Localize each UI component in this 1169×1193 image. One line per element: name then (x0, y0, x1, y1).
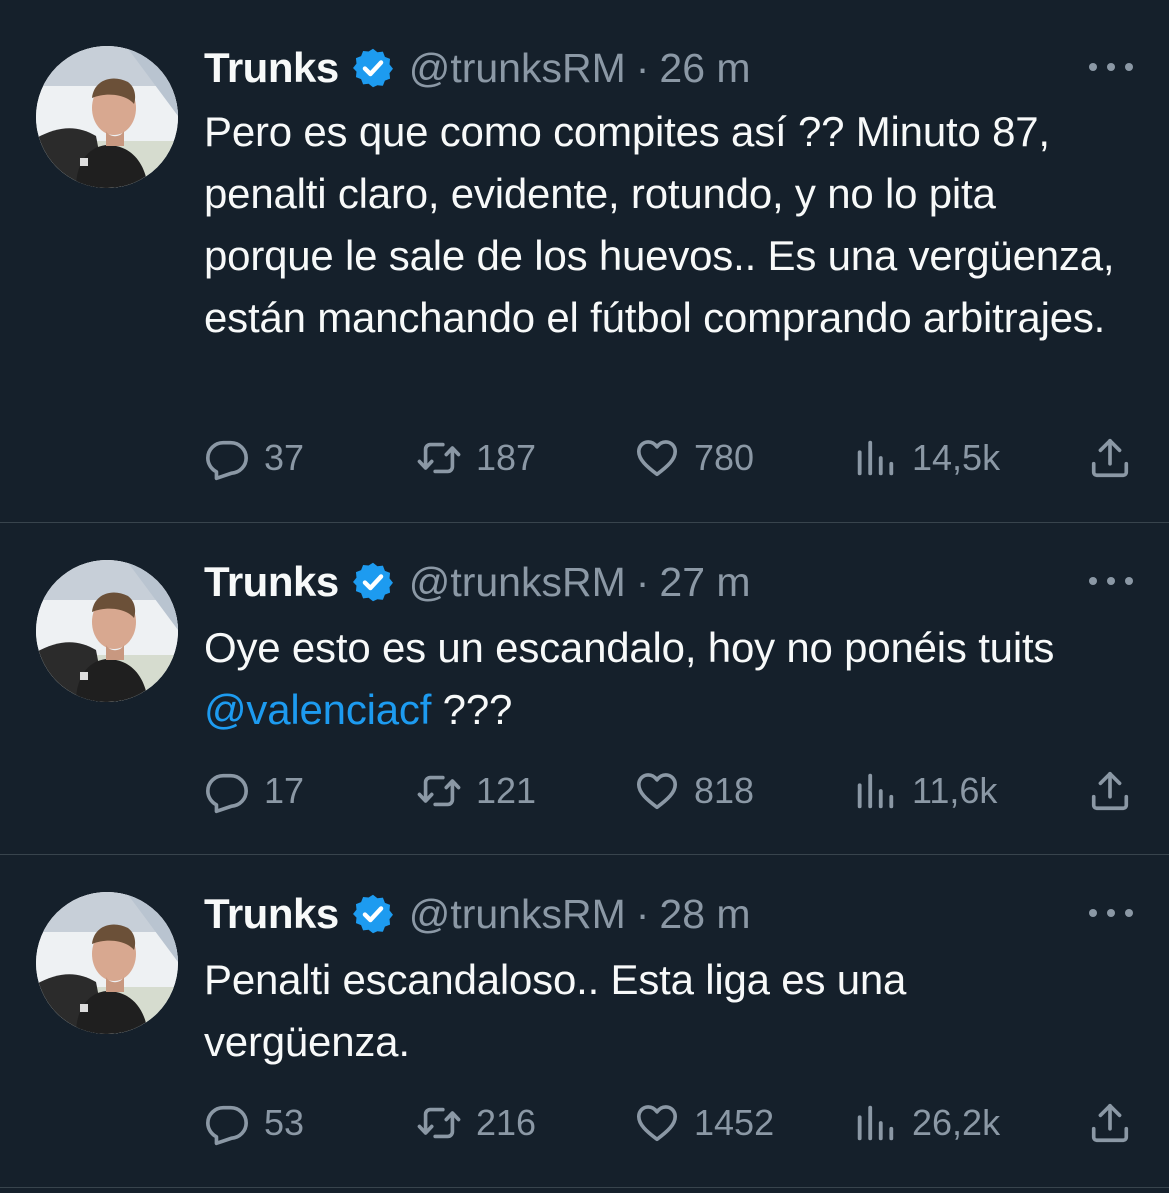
view-count: 11,6k (912, 770, 998, 811)
tweet-header: Trunks @trunksRM · 26 m (204, 42, 1133, 94)
tweet-text: Penalti escandaloso.. Esta liga es una v… (204, 956, 907, 1065)
avatar-image (36, 892, 178, 1034)
share-icon (1087, 435, 1133, 481)
separator: · (635, 890, 650, 937)
tweet[interactable]: Trunks @trunksRM · 27 m Oye esto es un e… (0, 523, 1169, 855)
mention-link[interactable]: @valenciacf (204, 686, 431, 733)
share-icon (1087, 768, 1133, 814)
tweet[interactable]: Trunks @trunksRM · 28 m Penalti escandal… (0, 855, 1169, 1188)
tweet-text-part: ??? (431, 686, 513, 733)
tweet-actions: 53 216 1452 26,2k (204, 1098, 1133, 1148)
display-name[interactable]: Trunks (204, 890, 339, 938)
reply-icon (204, 435, 250, 481)
tweet-actions: 17 121 818 11,6k (204, 766, 1133, 816)
views-icon (852, 768, 898, 814)
like-button[interactable]: 780 (634, 433, 754, 483)
timestamp[interactable]: 26 m (659, 45, 750, 92)
like-count: 1452 (694, 1102, 775, 1143)
separator: · (635, 44, 650, 91)
timestamp[interactable]: 27 m (659, 559, 750, 606)
share-button[interactable] (1087, 433, 1133, 483)
separator: · (635, 558, 650, 605)
verified-badge-icon (351, 892, 395, 936)
views-button[interactable]: 26,2k (852, 1098, 1000, 1148)
share-button[interactable] (1087, 1098, 1133, 1148)
avatar-image (36, 46, 178, 188)
reply-icon (204, 768, 250, 814)
user-handle[interactable]: @trunksRM (409, 45, 626, 92)
reply-count: 17 (264, 770, 305, 811)
like-count: 818 (694, 770, 755, 811)
reply-button[interactable]: 37 (204, 433, 304, 483)
views-button[interactable]: 14,5k (852, 433, 1000, 483)
more-icon[interactable] (1089, 566, 1133, 596)
views-icon (852, 435, 898, 481)
view-count: 14,5k (912, 437, 1001, 478)
like-icon (634, 768, 680, 814)
like-button[interactable]: 1452 (634, 1098, 774, 1148)
tweet-actions: 37 187 780 14,5k (204, 433, 1133, 483)
verified-badge-icon (351, 46, 395, 90)
like-icon (634, 1100, 680, 1146)
retweet-button[interactable]: 187 (416, 433, 536, 483)
retweet-button[interactable]: 216 (416, 1098, 536, 1148)
display-name[interactable]: Trunks (204, 558, 339, 606)
more-icon[interactable] (1089, 898, 1133, 928)
tweet[interactable]: Trunks @trunksRM · 26 m Pero es que como… (0, 0, 1169, 523)
verified-badge-icon (351, 560, 395, 604)
tweet-text-part: Oye esto es un escandalo, hoy no ponéis … (204, 624, 1055, 671)
views-icon (852, 1100, 898, 1146)
like-count: 780 (694, 437, 755, 478)
avatar[interactable] (36, 46, 178, 188)
view-count: 26,2k (912, 1102, 1001, 1143)
share-icon (1087, 1100, 1133, 1146)
reply-button[interactable]: 17 (204, 766, 304, 816)
avatar[interactable] (36, 892, 178, 1034)
retweet-count: 121 (476, 770, 537, 811)
retweet-count: 187 (476, 437, 537, 478)
tweet-feed: Trunks @trunksRM · 26 m Pero es que como… (0, 0, 1169, 1193)
user-handle[interactable]: @trunksRM (409, 559, 626, 606)
like-button[interactable]: 818 (634, 766, 754, 816)
tweet-header: Trunks @trunksRM · 27 m (204, 556, 1133, 608)
tweet-text: Oye esto es un escandalo, hoy no ponéis … (204, 617, 1119, 741)
retweet-icon (416, 435, 462, 481)
retweet-icon (416, 768, 462, 814)
reply-count: 37 (264, 437, 305, 478)
tweet-header: Trunks @trunksRM · 28 m (204, 888, 1133, 940)
timestamp[interactable]: 28 m (659, 891, 750, 938)
user-handle[interactable]: @trunksRM (409, 891, 626, 938)
retweet-count: 216 (476, 1102, 537, 1143)
display-name[interactable]: Trunks (204, 44, 339, 92)
avatar[interactable] (36, 560, 178, 702)
like-icon (634, 435, 680, 481)
reply-icon (204, 1100, 250, 1146)
avatar-image (36, 560, 178, 702)
retweet-icon (416, 1100, 462, 1146)
tweet-text: Pero es que como compites así ?? Minuto … (204, 108, 1115, 341)
more-icon[interactable] (1089, 52, 1133, 82)
reply-count: 53 (264, 1102, 305, 1143)
reply-button[interactable]: 53 (204, 1098, 304, 1148)
share-button[interactable] (1087, 766, 1133, 816)
retweet-button[interactable]: 121 (416, 766, 536, 816)
views-button[interactable]: 11,6k (852, 766, 997, 816)
